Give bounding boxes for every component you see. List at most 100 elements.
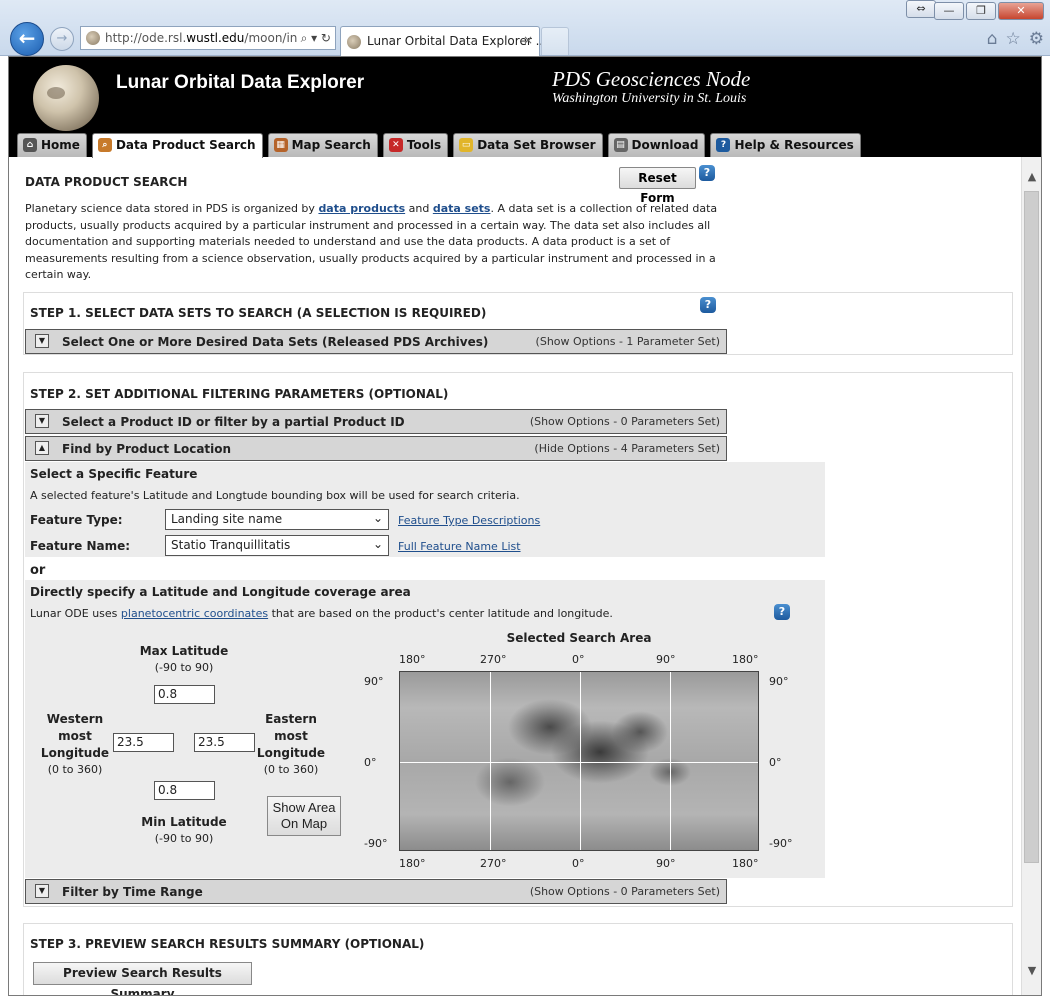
western-label-line1: Western (46, 712, 104, 726)
close-window-button[interactable]: ✕ (998, 2, 1044, 20)
reset-form-button[interactable]: Reset Form (619, 167, 696, 205)
map-gridline (400, 762, 758, 763)
window-controls: — ❐ ✕ (934, 2, 1044, 20)
lunar-map[interactable] (399, 671, 759, 851)
help-icon: ? (716, 138, 731, 152)
eastern-longitude-label: Eastern most Longitude (254, 711, 328, 762)
map-lat-tick: 90° (364, 675, 384, 688)
feature-name-select[interactable]: Statio Tranquillitatis ⌄ (165, 535, 389, 556)
product-id-bar-status: (Show Options - 0 Parameters Set) (529, 415, 720, 428)
node-subtitle: Washington University in St. Louis (552, 91, 747, 106)
forward-button[interactable]: → (50, 27, 74, 51)
min-latitude-range: (-90 to 90) (154, 832, 214, 845)
scroll-down-icon[interactable]: ▼ (1022, 961, 1041, 981)
step2-section: STEP 2. SET ADDITIONAL FILTERING PARAMET… (23, 372, 1013, 907)
chevron-down-icon: ▼ (35, 414, 49, 428)
eastern-longitude-input[interactable]: 23.5 (194, 733, 255, 752)
step3-section: STEP 3. PREVIEW SEARCH RESULTS SUMMARY (… (23, 923, 1013, 995)
tab-close-icon[interactable]: × (523, 33, 533, 47)
help-icon[interactable]: ? (700, 297, 716, 313)
chevron-down-icon: ▼ (35, 334, 49, 348)
map-lat-tick: 0° (364, 756, 377, 769)
back-button[interactable]: ← (10, 22, 44, 56)
time-range-bar-label: Filter by Time Range (62, 885, 203, 899)
intro-text-1: Planetary science data stored in PDS is … (25, 202, 319, 215)
eastern-label-line3: Longitude (256, 746, 326, 760)
max-latitude-label: Max Latitude (139, 644, 229, 658)
settings-gear-icon[interactable]: ⚙ (1029, 29, 1044, 49)
min-latitude-input[interactable]: 0.8 (154, 781, 215, 800)
map-lon-tick: 180° (399, 857, 426, 870)
map-lat-tick: 0° (769, 756, 782, 769)
home-icon[interactable]: ⌂ (987, 29, 998, 49)
full-feature-name-list-link[interactable]: Full Feature Name List (398, 540, 521, 553)
map-title: Selected Search Area (506, 631, 652, 645)
eastern-longitude-range: (0 to 360) (263, 763, 319, 776)
step1-title: STEP 1. SELECT DATA SETS TO SEARCH (A SE… (30, 306, 487, 320)
feature-type-descriptions-link[interactable]: Feature Type Descriptions (398, 514, 540, 527)
chevron-down-icon: ▼ (35, 884, 49, 898)
moon-logo-icon (33, 65, 99, 131)
browser-chrome: ⇔ — ❐ ✕ ← → http://ode.rsl.wustl.edu/moo… (0, 0, 1050, 56)
map-lon-tick: 0° (572, 857, 585, 870)
data-sets-bar-status: (Show Options - 1 Parameter Set) (535, 335, 720, 348)
coordinates-desc-pre: Lunar ODE uses (30, 607, 121, 620)
nav-tab-download[interactable]: ▤ Download (607, 133, 706, 157)
western-longitude-input[interactable]: 23.5 (113, 733, 174, 752)
planetocentric-coordinates-link[interactable]: planetocentric coordinates (121, 607, 268, 620)
product-location-bar-label: Find by Product Location (62, 442, 232, 456)
vertical-scrollbar[interactable]: ▲ ▼ (1021, 157, 1041, 995)
site-favicon-icon (86, 31, 100, 45)
step3-title: STEP 3. PREVIEW SEARCH RESULTS SUMMARY (… (30, 937, 425, 951)
data-sets-link[interactable]: data sets (433, 202, 491, 215)
nav-tab-home[interactable]: ⌂ Home (17, 133, 87, 157)
tools-icon: ✕ (388, 138, 403, 152)
restore-size-button[interactable]: ⇔ (906, 0, 936, 18)
scroll-up-icon[interactable]: ▲ (1022, 167, 1041, 187)
map-icon: ▦ (273, 138, 288, 152)
address-bar[interactable]: http://ode.rsl.wustl.edu/moon/in ⌕ ▾ ↻ (80, 26, 336, 50)
nav-tab-help[interactable]: ? Help & Resources (710, 133, 861, 157)
map-lon-tick: 270° (480, 653, 507, 666)
coordinates-desc-post: that are based on the product's center l… (268, 607, 613, 620)
address-actions-icon[interactable]: ⌕ ▾ ↻ (301, 27, 331, 49)
minimize-button[interactable]: — (934, 2, 964, 20)
data-products-link[interactable]: data products (318, 202, 405, 215)
nav-tab-data-set-browser[interactable]: ▭ Data Set Browser (453, 133, 603, 157)
page-title: DATA PRODUCT SEARCH (25, 175, 188, 189)
help-icon[interactable]: ? (699, 165, 715, 181)
product-location-toggle-bar[interactable]: ▲ Find by Product Location (Hide Options… (25, 436, 727, 461)
product-id-bar-label: Select a Product ID or filter by a parti… (62, 415, 405, 429)
feature-type-label: Feature Type: (30, 513, 123, 527)
map-lon-tick: 90° (656, 857, 676, 870)
time-range-toggle-bar[interactable]: ▼ Filter by Time Range (Show Options - 0… (25, 879, 727, 904)
nav-tab-tools[interactable]: ✕ Tools (382, 133, 449, 157)
intro-text-2: and (405, 202, 433, 215)
step1-section: STEP 1. SELECT DATA SETS TO SEARCH (A SE… (23, 292, 1013, 355)
data-sets-bar-label: Select One or More Desired Data Sets (Re… (62, 335, 489, 349)
map-lat-tick: -90° (769, 837, 793, 850)
site-header: Lunar Orbital Data Explorer PDS Geoscien… (9, 57, 1041, 158)
max-latitude-input[interactable]: 0.8 (154, 685, 215, 704)
nav-tab-map-search[interactable]: ▦ Map Search (267, 133, 378, 157)
nav-tab-label: Data Set Browser (477, 138, 596, 152)
folder-icon: ▭ (459, 138, 474, 152)
maximize-button[interactable]: ❐ (966, 2, 996, 20)
nav-tab-data-product-search[interactable]: ⌕ Data Product Search (91, 133, 263, 158)
coordinates-heading: Directly specify a Latitude and Longitud… (30, 585, 411, 599)
url-domain: wustl.edu (186, 31, 245, 45)
browser-tab[interactable]: Lunar Orbital Data Explorer ... × (340, 26, 547, 56)
new-tab-button[interactable] (541, 27, 569, 55)
node-title: PDS Geosciences Node (552, 67, 751, 91)
scroll-thumb[interactable] (1024, 191, 1039, 863)
feature-type-select[interactable]: Landing site name ⌄ (165, 509, 389, 530)
product-id-toggle-bar[interactable]: ▼ Select a Product ID or filter by a par… (25, 409, 727, 434)
favorites-icon[interactable]: ☆ (1006, 29, 1021, 49)
chevron-down-icon: ⌄ (372, 511, 383, 525)
help-icon[interactable]: ? (774, 604, 790, 620)
preview-search-results-button[interactable]: Preview Search Results Summary (33, 962, 252, 995)
data-sets-toggle-bar[interactable]: ▼ Select One or More Desired Data Sets (… (25, 329, 727, 354)
search-icon: ⌕ (97, 138, 112, 152)
site-title: Lunar Orbital Data Explorer (116, 72, 365, 93)
show-area-on-map-button[interactable]: Show Area On Map (267, 796, 341, 836)
